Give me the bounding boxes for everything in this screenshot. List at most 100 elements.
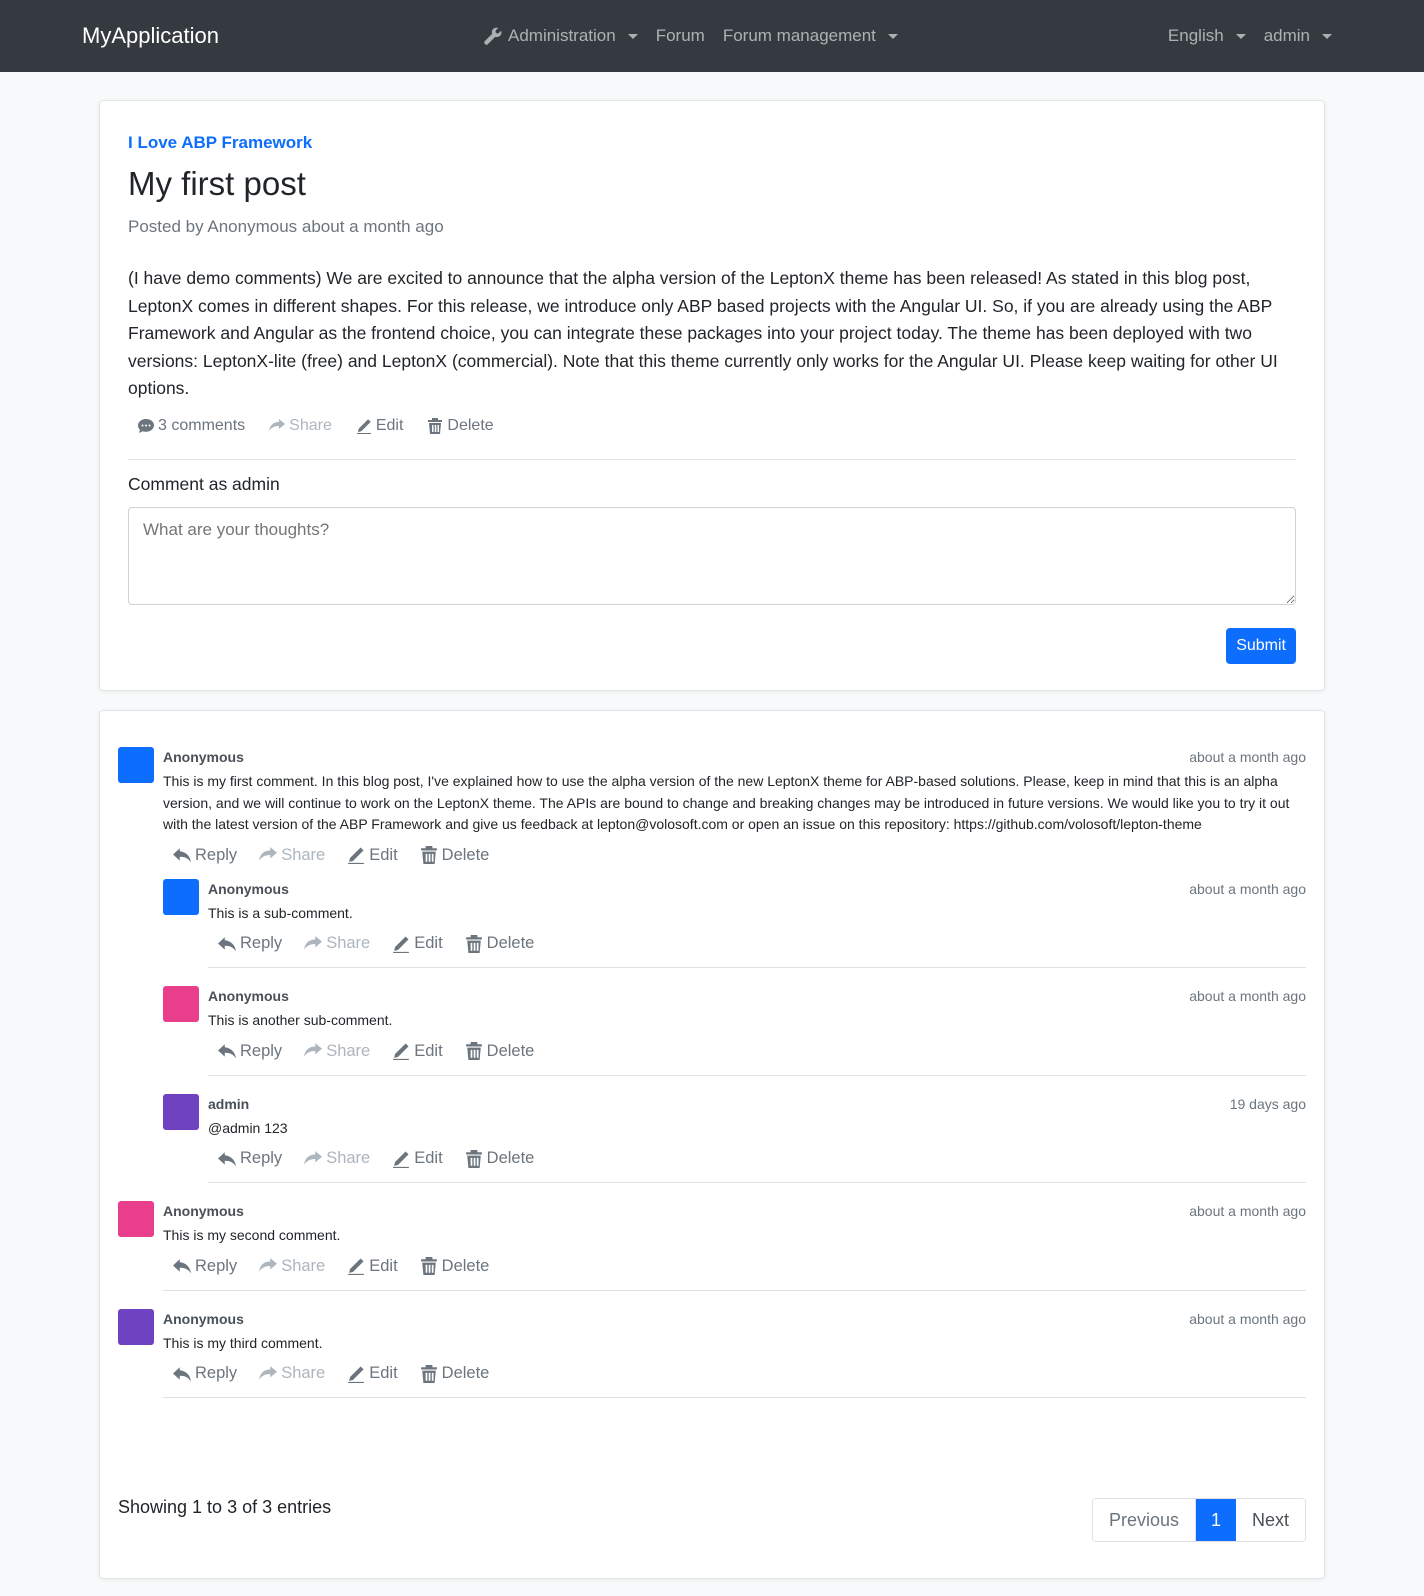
post-delete-label: Delete xyxy=(447,416,494,434)
comment-actions: Reply Share Edit Delete xyxy=(173,1257,1306,1276)
comment-author[interactable]: Anonymous xyxy=(208,988,289,1004)
chevron-down-icon xyxy=(887,33,898,39)
comment-delete-button[interactable]: Delete xyxy=(465,1042,534,1061)
comment-delete-label: Delete xyxy=(486,934,535,952)
pencil-icon xyxy=(393,935,410,953)
pagination-next[interactable]: Next xyxy=(1235,1499,1305,1541)
comment-reply-button[interactable]: Reply xyxy=(173,1257,237,1276)
main-nav: Administration Forum Forum management xyxy=(484,0,898,72)
comment-reply-button[interactable]: Reply xyxy=(218,934,282,953)
pagination-previous[interactable]: Previous xyxy=(1092,1499,1196,1541)
user-dropdown[interactable]: admin xyxy=(1264,26,1332,46)
comment-text: @admin 123 xyxy=(208,1119,288,1136)
submit-button[interactable]: Submit xyxy=(1226,627,1296,664)
comments-footer: Showing 1 to 3 of 3 entries Previous 1 N… xyxy=(118,1497,1306,1542)
comment-divider xyxy=(163,1397,1306,1398)
post-category-link[interactable]: I Love ABP Framework xyxy=(128,133,1296,153)
comment-share-button[interactable]: Share xyxy=(259,846,325,865)
share-icon xyxy=(304,935,323,950)
post-edit-label: Edit xyxy=(375,416,404,434)
post-share-button[interactable]: Share xyxy=(269,417,332,435)
comment-delete-button[interactable]: Delete xyxy=(420,1364,489,1383)
comment-reply-button[interactable]: Reply xyxy=(218,1042,282,1061)
comment-edit-label: Edit xyxy=(414,1149,443,1167)
comment-delete-button[interactable]: Delete xyxy=(420,1257,489,1276)
post-divider xyxy=(128,458,1296,460)
comment-form-label: Comment as admin xyxy=(128,473,280,494)
nav-forum[interactable]: Forum xyxy=(656,26,705,46)
share-icon xyxy=(259,1258,278,1272)
comment-actions: Reply Share Edit Delete xyxy=(218,1042,1306,1061)
pencil-icon xyxy=(356,418,371,434)
comment-edit-button[interactable]: Edit xyxy=(392,1149,443,1168)
comment-header: Anonymous about a month ago xyxy=(208,879,1306,897)
comment-delete-button[interactable]: Delete xyxy=(465,934,535,953)
share-icon xyxy=(259,847,278,861)
comment-delete-button[interactable]: Delete xyxy=(465,1149,535,1168)
language-dropdown[interactable]: English xyxy=(1168,26,1246,46)
comment-actions: Reply Share Edit Delete xyxy=(173,846,1306,865)
comment-reply-button[interactable]: Reply xyxy=(173,1364,237,1383)
comment-share-button[interactable]: Share xyxy=(259,1257,325,1276)
trash-icon xyxy=(428,417,443,434)
comment-divider xyxy=(208,1074,1306,1076)
post-title: My first post xyxy=(128,165,306,202)
comment-share-button[interactable]: Share xyxy=(304,934,370,953)
submit-row: Submit xyxy=(128,627,1296,664)
comment-actions: Reply Share Edit Delete xyxy=(218,934,1306,953)
comment-reply-button[interactable]: Reply xyxy=(218,1149,282,1168)
comments-card: Anonymous about a month ago This is my f… xyxy=(99,710,1325,1579)
comment-body: Anonymous about a month ago This is my s… xyxy=(163,1201,1306,1291)
comment-text: This is my first comment. In this blog p… xyxy=(163,773,1290,832)
comment-edit-button[interactable]: Edit xyxy=(347,1256,398,1276)
reply-icon xyxy=(218,1044,236,1059)
nav-administration-label: Administration xyxy=(508,26,616,45)
comment-reply-button[interactable]: Reply xyxy=(173,846,237,865)
comment-edit-label: Edit xyxy=(414,934,443,952)
comment-share-button[interactable]: Share xyxy=(259,1364,325,1383)
comment-edit-button[interactable]: Edit xyxy=(347,1364,398,1383)
share-icon xyxy=(269,418,286,431)
comment-share-button[interactable]: Share xyxy=(304,1149,370,1168)
post-share-label: Share xyxy=(289,416,332,434)
comment-item: Anonymous about a month ago This is a su… xyxy=(163,878,1306,968)
nav-administration[interactable]: Administration xyxy=(484,26,638,46)
comment-author[interactable]: Anonymous xyxy=(163,749,244,765)
pagination-page-1[interactable]: 1 xyxy=(1195,1499,1236,1541)
comment-time: about a month ago xyxy=(1189,1310,1306,1327)
comment-edit-button[interactable]: Edit xyxy=(392,1042,443,1061)
post-delete-button[interactable]: Delete xyxy=(427,416,494,435)
comment-delete-label: Delete xyxy=(486,1149,535,1167)
comment-body: Anonymous about a month ago This is my t… xyxy=(163,1309,1306,1398)
comment-author[interactable]: Anonymous xyxy=(163,1311,244,1327)
avatar xyxy=(163,878,199,915)
comment-text: This is a sub-comment. xyxy=(208,904,353,921)
avatar xyxy=(163,986,199,1022)
wrench-icon xyxy=(484,27,502,45)
comment-author[interactable]: Anonymous xyxy=(208,881,289,897)
comment-share-label: Share xyxy=(281,1364,326,1382)
post-edit-button[interactable]: Edit xyxy=(356,416,404,435)
comment-edit-button[interactable]: Edit xyxy=(392,934,443,953)
comment-delete-button[interactable]: Delete xyxy=(420,846,489,865)
comment-item: Anonymous about a month ago This is anot… xyxy=(163,986,1306,1076)
chevron-down-icon xyxy=(1322,33,1332,39)
comment-replies: Anonymous about a month ago This is a su… xyxy=(163,878,1306,1183)
comment-author[interactable]: Anonymous xyxy=(163,1203,244,1219)
comment-author[interactable]: admin xyxy=(208,1096,249,1112)
comment-edit-button[interactable]: Edit xyxy=(347,846,398,865)
comment-textarea[interactable] xyxy=(128,506,1296,605)
comment-body: admin 19 days ago @admin 123 Reply Share E… xyxy=(208,1094,1306,1183)
comments-list: Anonymous about a month ago This is my f… xyxy=(118,747,1306,1398)
comments-count-label: 3 comments xyxy=(158,416,246,434)
comments-count-button[interactable]: 3 comments xyxy=(138,417,245,435)
comment-edit-label: Edit xyxy=(369,1256,398,1275)
app-brand[interactable]: MyApplication xyxy=(82,23,219,49)
avatar xyxy=(118,747,154,783)
pencil-icon xyxy=(348,847,365,864)
reply-icon xyxy=(218,1151,236,1166)
nav-forum-management[interactable]: Forum management xyxy=(723,26,898,46)
comment-share-button[interactable]: Share xyxy=(304,1042,370,1061)
comment-time: about a month ago xyxy=(1189,988,1306,1004)
comment-item: admin 19 days ago @admin 123 Reply Share E… xyxy=(163,1093,1306,1183)
